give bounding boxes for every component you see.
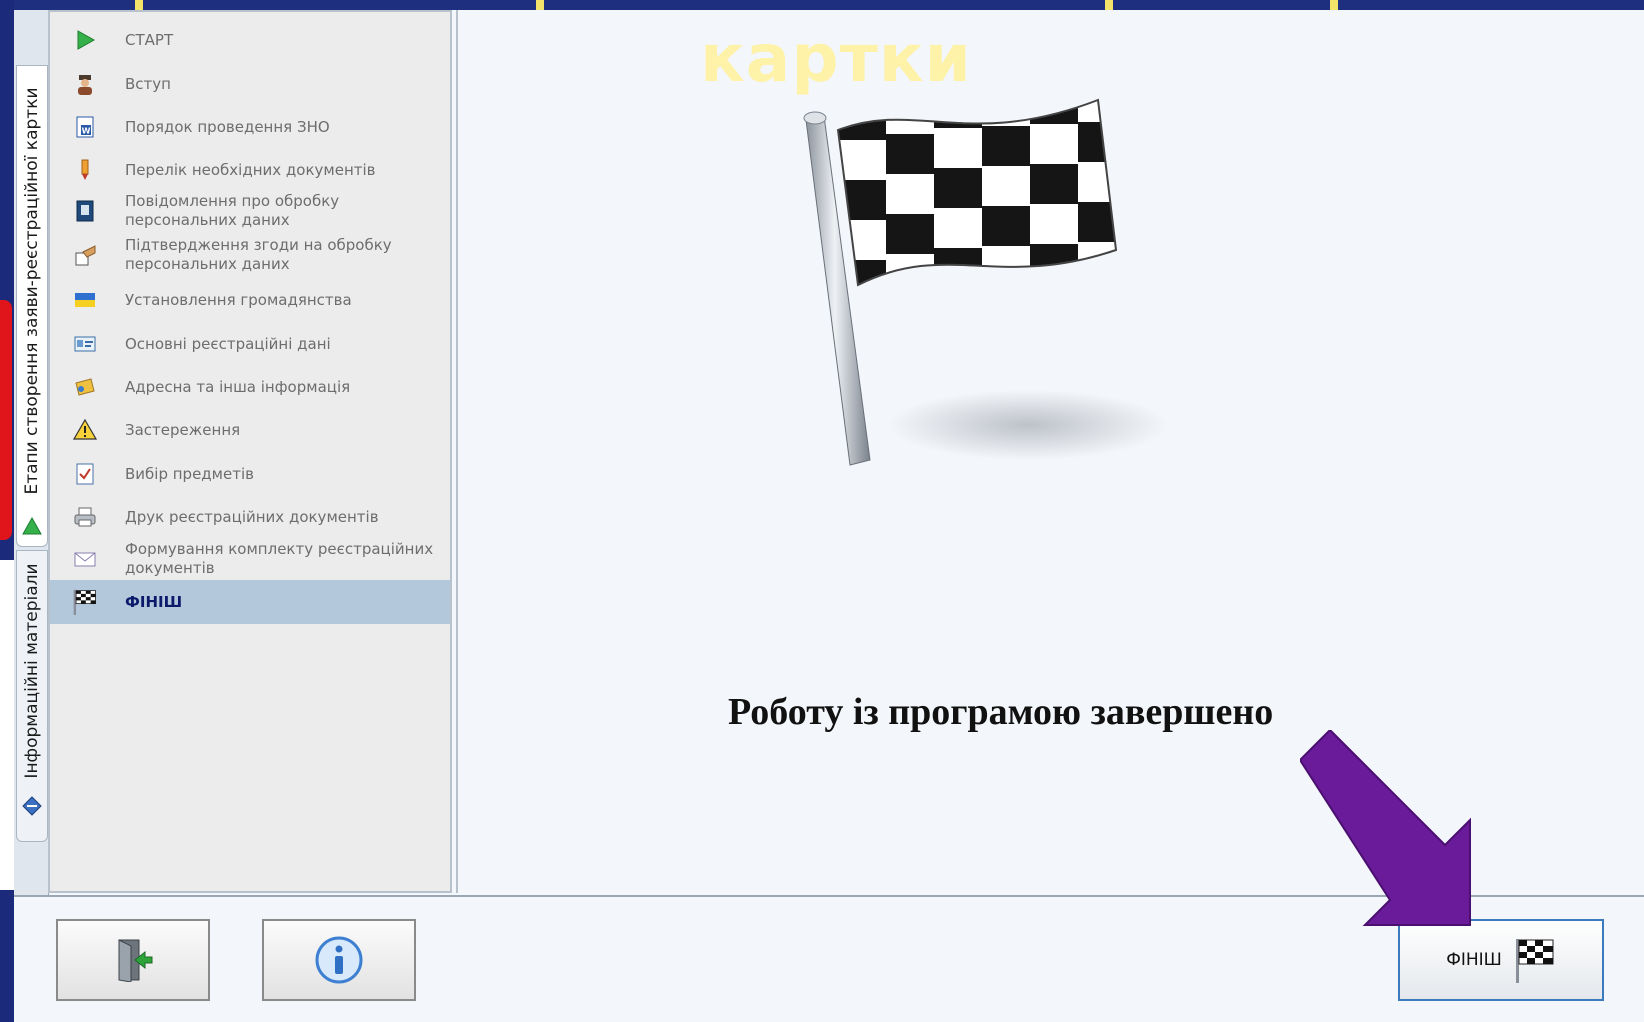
- checklist-icon: [72, 461, 98, 487]
- handshake-icon: [72, 242, 98, 268]
- nav-item-label: Формування комплекту реєстраційних докум…: [125, 540, 434, 577]
- green-triangle-icon: [22, 516, 42, 535]
- info-icon: [315, 936, 363, 984]
- checkered-flag-icon: [1515, 939, 1554, 983]
- nav-item-label: ФІНІШ: [125, 592, 183, 611]
- blue-diamond-icon: [22, 796, 42, 816]
- nav-item-7[interactable]: Установлення громадянства: [50, 280, 450, 320]
- person-icon: [72, 71, 98, 97]
- arrow-pointer-icon: [1300, 730, 1471, 926]
- slide-top-bar: [0, 0, 1644, 10]
- pen-icon: [72, 157, 98, 183]
- finish-button-label: ФІНІШ: [1446, 950, 1502, 970]
- nav-item-label: Основні реєстраційні дані: [125, 334, 331, 353]
- exit-button[interactable]: [56, 919, 210, 1001]
- nav-item-8[interactable]: Основні реєстраційні дані: [50, 324, 450, 364]
- stages-list: СТАРТ Вступ W Порядок проведення ЗНО Перелік…: [48, 10, 452, 893]
- printer-icon: [72, 504, 98, 530]
- nav-item-label: Застереження: [125, 420, 241, 439]
- id-card-icon: [72, 331, 98, 357]
- nav-item-14[interactable]: ФІНІШ: [50, 580, 450, 624]
- checkered-flag-icon: [72, 589, 98, 615]
- slide-red-decoration: [0, 300, 12, 540]
- finish-button[interactable]: ФІНІШ: [1398, 919, 1604, 1001]
- tab-info-materials-label: Інформаційні матеріали: [22, 563, 42, 779]
- nav-item-label: Порядок проведення ЗНО: [125, 117, 330, 136]
- vertical-tab-strip: Етапи створення заяви-реєстраційної карт…: [14, 10, 49, 895]
- play-icon: [72, 27, 98, 53]
- nav-item-label: Вступ: [125, 74, 171, 93]
- word-document-icon: W: [72, 114, 98, 140]
- nav-item-6[interactable]: Підтвердження згоди на обробку персональ…: [50, 233, 450, 277]
- nav-item-9[interactable]: Адресна та інша інформація: [50, 367, 450, 407]
- nav-item-label: Повідомлення про обробку персональних да…: [125, 192, 340, 229]
- nav-item-3[interactable]: W Порядок проведення ЗНО: [50, 107, 450, 147]
- nav-item-label: Перелік необхідних документів: [125, 160, 376, 179]
- nav-item-label: Друк реєстраційних документів: [125, 507, 379, 526]
- slide-title-fragment: картки: [700, 20, 972, 97]
- nav-item-10[interactable]: Застереження: [50, 410, 450, 450]
- nav-item-13[interactable]: Формування комплекту реєстраційних докум…: [50, 537, 450, 581]
- envelope-icon: [72, 546, 98, 572]
- nav-item-label: Адресна та інша інформація: [125, 377, 351, 396]
- tab-registration-stages-label: Етапи створення заяви-реєстраційної карт…: [22, 87, 42, 495]
- nav-item-12[interactable]: Друк реєстраційних документів: [50, 497, 450, 537]
- nav-item-label: Вибір предметів: [125, 464, 254, 483]
- nav-item-2[interactable]: Вступ: [50, 64, 450, 104]
- tab-registration-stages[interactable]: Етапи створення заяви-реєстраційної карт…: [16, 65, 48, 547]
- completion-message: Роботу із програмою завершено: [728, 691, 1274, 733]
- nav-item-label: Підтвердження згоди на обробку персональ…: [125, 236, 392, 273]
- slide-white-decoration: [0, 560, 14, 890]
- nav-item-label: СТАРТ: [125, 30, 174, 49]
- tab-info-materials[interactable]: Інформаційні матеріали: [16, 550, 48, 842]
- nav-item-11[interactable]: Вибір предметів: [50, 454, 450, 494]
- nav-item-5[interactable]: Повідомлення про обробку персональних да…: [50, 189, 450, 233]
- nav-item-4[interactable]: Перелік необхідних документів: [50, 150, 450, 190]
- nav-item-label: Установлення громадянства: [125, 290, 352, 309]
- exit-door-icon: [118, 939, 153, 982]
- id-book-icon: [72, 198, 98, 224]
- address-book-icon: [72, 374, 98, 400]
- checkered-flag-icon: [803, 98, 1168, 466]
- nav-item-1[interactable]: СТАРТ: [50, 20, 450, 60]
- info-button[interactable]: [262, 919, 416, 1001]
- warning-icon: [72, 417, 98, 443]
- svg-text:W: W: [82, 127, 91, 136]
- ukraine-flag-icon: [72, 287, 98, 313]
